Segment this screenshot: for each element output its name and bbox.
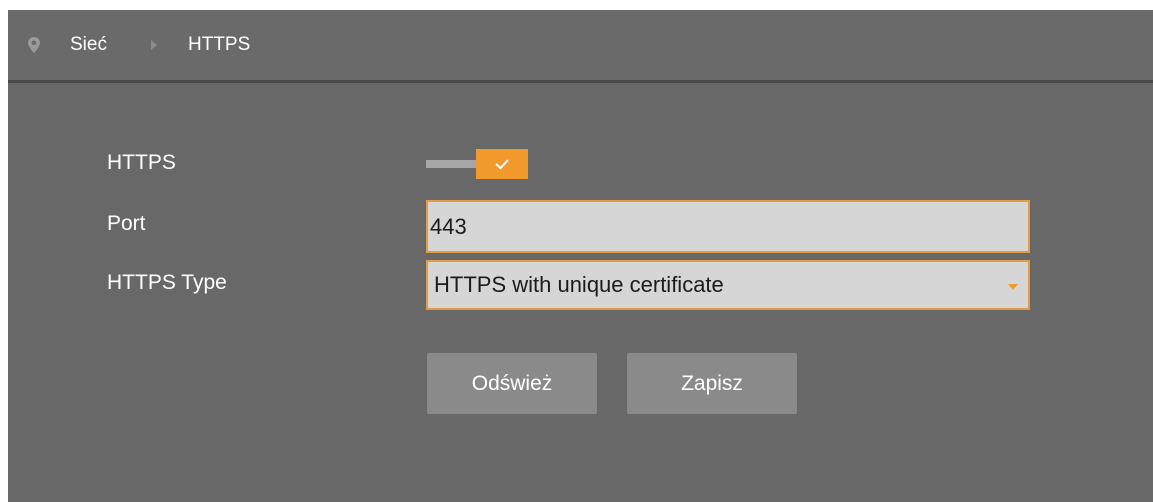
https-settings-panel: Sieć HTTPS HTTPS Port HTTPS Type HTTPS w… bbox=[8, 10, 1153, 502]
port-input[interactable] bbox=[426, 200, 1030, 253]
toggle-knob bbox=[476, 149, 528, 179]
https-type-label: HTTPS Type bbox=[107, 271, 227, 294]
https-type-select[interactable]: HTTPS with unique certificate bbox=[426, 260, 1030, 310]
breadcrumb: Sieć HTTPS bbox=[8, 10, 1153, 83]
breadcrumb-item-network[interactable]: Sieć bbox=[70, 32, 107, 58]
caret-down-icon bbox=[1008, 284, 1018, 290]
https-toggle[interactable] bbox=[426, 149, 528, 179]
port-label: Port bbox=[107, 212, 146, 235]
location-pin-icon bbox=[28, 37, 40, 53]
https-label: HTTPS bbox=[107, 151, 176, 174]
refresh-button[interactable]: Odśwież bbox=[427, 353, 597, 414]
https-type-selected-value: HTTPS with unique certificate bbox=[434, 272, 724, 297]
checkmark-icon bbox=[495, 159, 509, 170]
chevron-right-icon bbox=[151, 40, 157, 50]
save-button[interactable]: Zapisz bbox=[627, 353, 797, 414]
breadcrumb-item-https: HTTPS bbox=[188, 34, 251, 55]
